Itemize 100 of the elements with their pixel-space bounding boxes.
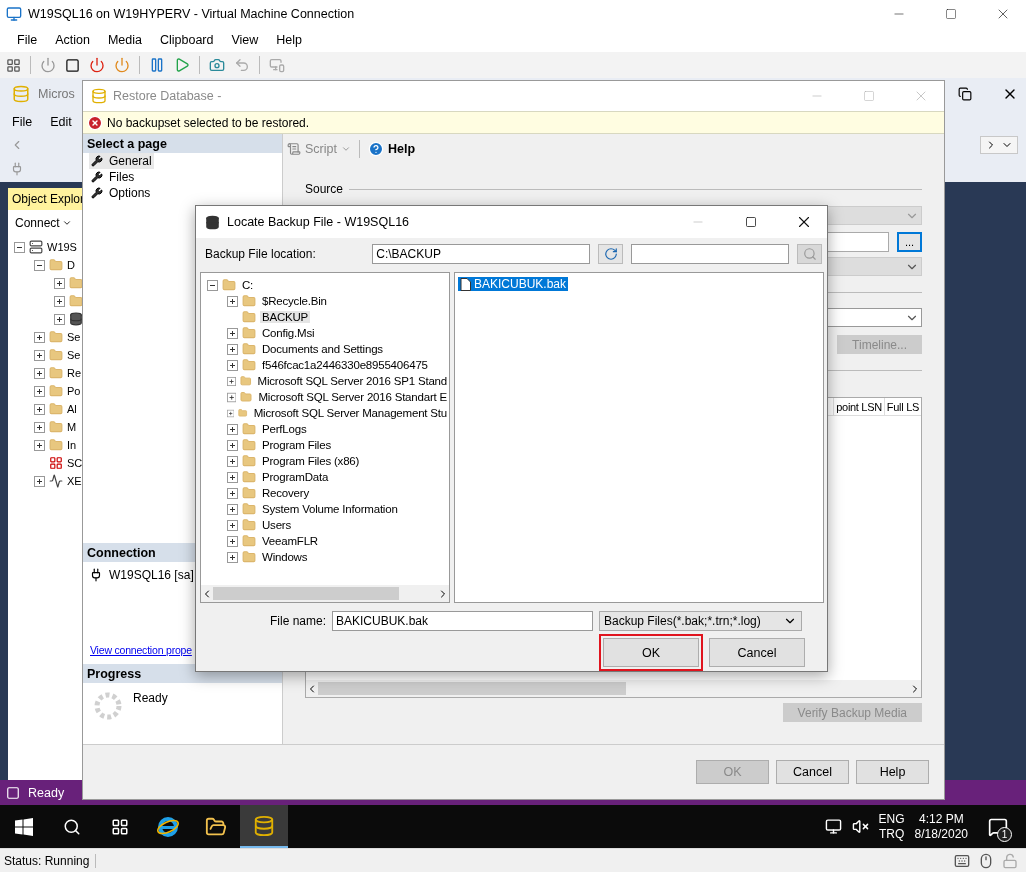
stop-icon[interactable] (65, 57, 80, 73)
tree-item-label[interactable]: Po (67, 385, 81, 397)
file-type-dropdown[interactable]: Backup Files(*.bak;*.trn;*.log) (599, 611, 802, 631)
clock-date[interactable]: 8/18/2020 (914, 826, 968, 842)
tree-item[interactable]: Recovery (260, 487, 311, 499)
menu-item[interactable]: View (222, 33, 268, 47)
tree-item[interactable]: ProgramData (260, 471, 331, 483)
expand-icon[interactable] (34, 367, 45, 379)
expand-icon[interactable] (227, 503, 238, 515)
tree-item[interactable]: System Volume Information (260, 503, 400, 515)
expand-icon[interactable] (54, 277, 65, 289)
menu-item[interactable]: File (3, 114, 42, 129)
expand-icon[interactable] (227, 359, 238, 371)
toolbar-dropdown[interactable] (980, 136, 1018, 154)
expand-icon[interactable] (34, 421, 45, 433)
page-item[interactable]: General (89, 153, 154, 169)
expand-icon[interactable] (227, 471, 238, 483)
pause-icon[interactable] (149, 57, 165, 73)
expand-icon[interactable] (227, 535, 238, 547)
tree-item[interactable]: f546fcac1a2446330e8955406475 (260, 359, 430, 371)
app-button[interactable] (240, 805, 288, 848)
expand-icon[interactable] (34, 475, 45, 487)
location-field[interactable]: C:\BACKUP (372, 244, 591, 264)
expand-icon[interactable] (227, 391, 237, 403)
tree-item[interactable]: Microsoft SQL Server 2016 Standart E (256, 391, 449, 403)
menu-item[interactable]: File (8, 33, 47, 47)
page-item[interactable]: Files (89, 169, 137, 185)
backup-file-entry[interactable]: BAKICUBUK.bak (458, 277, 569, 291)
expand-icon[interactable] (227, 439, 238, 451)
view-connection-link[interactable]: View connection prope (90, 644, 192, 656)
expand-icon[interactable] (227, 343, 238, 355)
menu-item[interactable]: Help (267, 33, 312, 47)
scrollbar-thumb[interactable] (318, 682, 626, 695)
menu-item[interactable]: Edit (41, 114, 81, 129)
tree-item[interactable]: Program Files (260, 439, 333, 451)
tree-item[interactable]: $Recycle.Bin (260, 295, 329, 307)
tree-item-label[interactable]: Se (67, 331, 81, 343)
expand-icon[interactable] (34, 331, 45, 343)
menu-item[interactable]: Media (98, 33, 151, 47)
tree-item[interactable]: PerfLogs (260, 423, 309, 435)
tree-item[interactable]: Microsoft SQL Server Management Stu (251, 407, 449, 419)
restore-window-icon[interactable] (958, 87, 972, 101)
tree-item[interactable]: Program Files (x86) (260, 455, 362, 467)
dialog-button[interactable]: Help (856, 760, 929, 784)
tree-item-label[interactable]: XE (67, 475, 82, 487)
refresh-button[interactable] (598, 244, 624, 264)
expand-icon[interactable] (34, 403, 45, 415)
expand-icon[interactable] (227, 455, 238, 467)
expand-icon[interactable] (227, 519, 238, 531)
tree-item[interactable]: BACKUP (260, 311, 311, 323)
dialog-button[interactable]: Cancel (709, 638, 805, 667)
browse-button[interactable]: ... (897, 232, 922, 252)
scrollbar-thumb[interactable] (213, 587, 399, 600)
file-name-field[interactable]: BAKICUBUK.bak (332, 611, 593, 631)
clock-time[interactable]: 4:12 PM (918, 811, 964, 827)
tree-item[interactable]: Microsoft SQL Server 2016 SP1 Stand (255, 375, 449, 387)
collapse-icon[interactable] (14, 241, 25, 253)
expand-icon[interactable] (227, 423, 238, 435)
menu-item[interactable]: Clipboard (150, 33, 223, 47)
connect-button[interactable]: Connect (11, 212, 76, 234)
language-indicator[interactable]: ENG (878, 811, 905, 827)
expand-icon[interactable] (227, 551, 238, 563)
tree-item-label[interactable]: In (67, 439, 77, 451)
tree-item[interactable]: C: (240, 279, 256, 291)
expand-icon[interactable] (34, 385, 45, 397)
dialog-button[interactable]: Cancel (776, 760, 849, 784)
expand-icon[interactable] (54, 295, 65, 307)
dialog-button[interactable]: OK (603, 638, 699, 667)
tree-item-label[interactable]: Re (67, 367, 82, 379)
tree-item[interactable]: Users (260, 519, 294, 531)
tree-item[interactable]: Documents and Settings (260, 343, 385, 355)
network-icon[interactable] (824, 818, 842, 835)
expand-icon[interactable] (227, 375, 237, 387)
tree-item[interactable]: Config.Msi (260, 327, 317, 339)
tree-item-label[interactable]: D (67, 259, 75, 271)
search-field[interactable] (631, 244, 790, 264)
expand-icon[interactable] (54, 313, 65, 325)
expand-icon[interactable] (227, 487, 238, 499)
power-icon[interactable] (89, 57, 105, 73)
keyboard-indicator[interactable]: TRQ (878, 826, 905, 842)
menu-item[interactable]: Action (46, 33, 99, 47)
tree-item-label[interactable]: Se (67, 349, 81, 361)
expand-icon[interactable] (34, 349, 45, 361)
tree-item-label[interactable]: Al (67, 403, 77, 415)
power-icon[interactable] (40, 57, 56, 73)
tree-item-label[interactable]: SC (67, 457, 83, 469)
tree-item-label[interactable]: M (67, 421, 77, 433)
volume-muted-icon[interactable] (851, 818, 869, 835)
collapse-icon[interactable] (34, 259, 45, 271)
expand-icon[interactable] (227, 327, 238, 339)
expand-icon[interactable] (227, 295, 238, 307)
folder-icon (242, 534, 256, 548)
expand-icon[interactable] (34, 439, 45, 451)
page-item[interactable]: Options (89, 185, 153, 201)
play-icon[interactable] (174, 57, 190, 73)
tree-item-label[interactable]: W19S (47, 241, 77, 253)
help-button[interactable]: Help (367, 141, 416, 157)
collapse-icon[interactable] (207, 279, 218, 291)
task-view-icon (111, 817, 129, 836)
notifications-button[interactable]: 1 (978, 806, 1018, 847)
